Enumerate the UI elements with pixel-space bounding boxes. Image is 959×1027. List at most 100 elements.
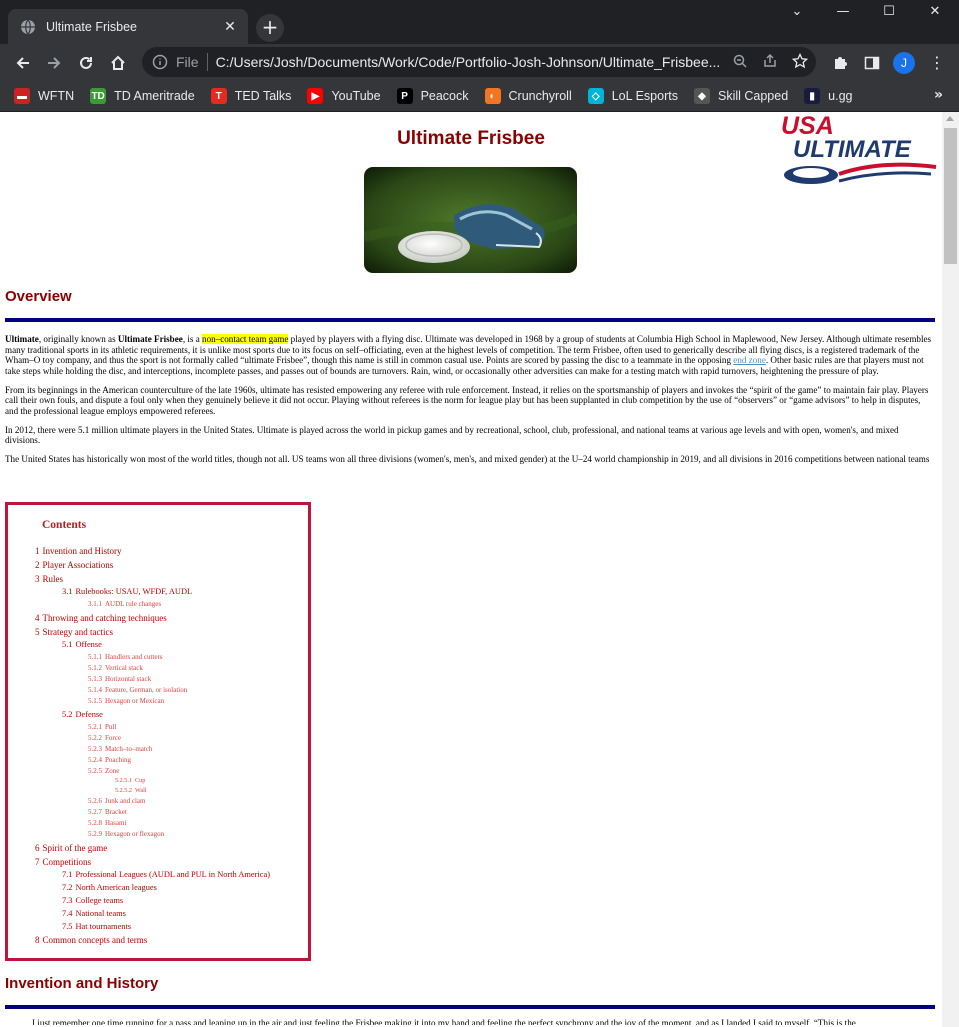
bookmark-star-icon[interactable]	[792, 53, 808, 69]
toc-number: 1	[35, 546, 40, 556]
toc-item[interactable]: 5.2.5 Zone	[88, 767, 119, 775]
bookmark-lol-esports[interactable]: ◇ LoL Esports	[587, 88, 678, 104]
close-window-button[interactable]: ✕	[912, 0, 958, 26]
toc-item[interactable]: 7.4 National teams	[62, 909, 126, 918]
extensions-icon[interactable]	[831, 54, 849, 72]
toc-item[interactable]: 7.2 North American leagues	[62, 883, 157, 892]
bookmark-label: TED Talks	[234, 89, 292, 103]
reload-button[interactable]	[72, 49, 100, 77]
toc-item[interactable]: 5.2.2 Force	[88, 734, 121, 742]
toc-item[interactable]: 7 Competitions	[35, 857, 91, 867]
bookmarks-bar: ▬ WFTN TD TD Ameritrade T TED Talks ▶ YouTube P P…	[0, 81, 959, 112]
toc-item[interactable]: 5.2.7 Bracket	[88, 808, 127, 816]
bookmark-peacock[interactable]: P Peacock	[396, 88, 469, 104]
highlighted-phrase: non–contact team game	[202, 334, 289, 344]
bookmark-crunchyroll[interactable]: ◐ Crunchyroll	[484, 88, 572, 104]
bookmark-youtube[interactable]: ▶ YouTube	[307, 88, 381, 104]
toc-label: Hexagon or Mexican	[105, 697, 165, 705]
toc-item[interactable]: 5.1.5 Hexagon or Mexican	[88, 697, 164, 705]
toc-item[interactable]: 1 Invention and History	[35, 546, 122, 556]
tab-search-icon[interactable]: ⌄	[774, 0, 820, 26]
scroll-up-icon[interactable]	[946, 116, 954, 121]
toc-item[interactable]: 5.1.3 Horizontal stack	[88, 675, 151, 683]
toc-item[interactable]: 5.1 Offense	[62, 640, 102, 649]
toc-item[interactable]: 3 Rules	[35, 574, 63, 584]
toc-item[interactable]: 5.2.1 Pull	[88, 723, 116, 731]
toc-number: 5.2.3	[88, 745, 102, 753]
toc-number: 5.2.4	[88, 756, 102, 764]
bookmark-wftn[interactable]: ▬ WFTN	[14, 88, 74, 104]
home-icon	[111, 55, 125, 70]
toc-number: 2	[35, 560, 40, 570]
toc-label: Horizontal stack	[105, 675, 152, 683]
contents-title: Contents	[42, 519, 87, 531]
toc-item[interactable]: 7.5 Hat tournaments	[62, 922, 131, 931]
toc-item[interactable]: 5.2 Defense	[62, 710, 103, 719]
maximize-button[interactable]: ☐	[866, 0, 912, 26]
crunchyroll-icon: ◐	[484, 88, 501, 104]
toc-item[interactable]: 5 Strategy and tactics	[35, 627, 113, 637]
more-bookmarks-icon[interactable]: »	[934, 87, 943, 103]
toc-item[interactable]: 8 Common concepts and terms	[35, 935, 147, 945]
frisbee-and-cleats-image	[364, 167, 577, 273]
toc-item[interactable]: 5.2.5.1 Cup	[115, 777, 145, 784]
end-zone-link[interactable]: end zone	[733, 355, 766, 365]
toc-number: 6	[35, 843, 40, 853]
zoom-icon[interactable]	[732, 53, 748, 69]
bookmark-td[interactable]: TD TD Ameritrade	[90, 88, 195, 104]
toc-item[interactable]: 2 Player Associations	[35, 560, 113, 570]
bookmark-skill-capped[interactable]: ◆ Skill Capped	[693, 88, 788, 104]
toc-item[interactable]: 5.2.9 Hexagon or flexagon	[88, 830, 164, 838]
toc-item[interactable]: 5.2.6 Junk and clam	[88, 797, 145, 805]
side-panel-icon[interactable]	[863, 54, 881, 72]
toc-item[interactable]: 5.2.5.2 Wall	[115, 787, 147, 794]
address-bar[interactable]: File C:/Users/Josh/Documents/Work/Code/P…	[142, 47, 816, 77]
scrollbar-thumb[interactable]	[944, 128, 957, 264]
ted-icon: T	[210, 88, 227, 104]
toc-item[interactable]: 5.1.4 Feature, German, or isolation	[88, 686, 187, 694]
browser-tab[interactable]: Ultimate Frisbee ✕	[8, 9, 248, 44]
toc-item[interactable]: 6 Spirit of the game	[35, 843, 107, 853]
bookmark-ted[interactable]: T TED Talks	[210, 88, 292, 104]
toc-label: Common concepts and terms	[42, 935, 148, 945]
close-tab-icon[interactable]: ✕	[222, 19, 238, 35]
url-text[interactable]: C:/Users/Josh/Documents/Work/Code/Portfo…	[216, 54, 721, 70]
toc-number: 3	[35, 574, 40, 584]
toc-item[interactable]: 4 Throwing and catching techniques	[35, 613, 167, 623]
forward-button[interactable]	[40, 49, 68, 77]
toc-number: 7.3	[62, 896, 73, 905]
page-scrollbar[interactable]	[942, 112, 959, 1027]
toc-number: 5.2	[62, 710, 73, 719]
share-icon[interactable]	[762, 53, 778, 69]
toc-item[interactable]: 3.1.1 AUDL rule changes	[88, 600, 161, 608]
overview-paragraph-3: In 2012, there were 5.1 million ultimate…	[5, 424, 899, 446]
toc-label: Defense	[75, 710, 103, 719]
minimize-button[interactable]: —	[820, 0, 866, 26]
url-scheme: File	[176, 53, 208, 71]
new-tab-button[interactable]: +	[256, 14, 284, 42]
toc-label: Spirit of the game	[42, 843, 108, 853]
lol-esports-icon: ◇	[587, 88, 604, 104]
toc-item[interactable]: 5.1.2 Vertical stack	[88, 664, 143, 672]
profile-avatar[interactable]: J	[893, 52, 915, 74]
overview-heading: Overview	[5, 288, 72, 305]
toc-number: 7.4	[62, 909, 73, 918]
back-button[interactable]	[9, 49, 37, 77]
menu-icon[interactable]: ⋮	[929, 53, 945, 72]
toc-item[interactable]: 5.2.3 Match–to–match	[88, 745, 152, 753]
toc-number: 5.2.8	[88, 819, 102, 827]
toc-item[interactable]: 3.1 Rulebooks: USAU, WFDF, AUDL	[62, 587, 192, 596]
toc-number: 5.1.3	[88, 675, 102, 683]
toc-item[interactable]: 5.2.4 Poaching	[88, 756, 131, 764]
toc-number: 5.2.5.2	[115, 787, 133, 794]
toc-item[interactable]: 5.2.8 Hasami	[88, 819, 126, 827]
toc-item[interactable]: 7.3 College teams	[62, 896, 123, 905]
bookmark-ugg[interactable]: ▮ u.gg	[804, 88, 853, 104]
toc-item[interactable]: 7.1 Professional Leagues (AUDL and PUL in…	[62, 870, 270, 879]
toc-item[interactable]: 5.1.1 Handlers and cutters	[88, 653, 163, 661]
toc-number: 3.1	[62, 587, 73, 596]
toc-number: 7.5	[62, 922, 73, 931]
toc-label: Force	[105, 734, 121, 742]
info-icon[interactable]	[152, 54, 168, 70]
home-button[interactable]	[104, 49, 132, 77]
